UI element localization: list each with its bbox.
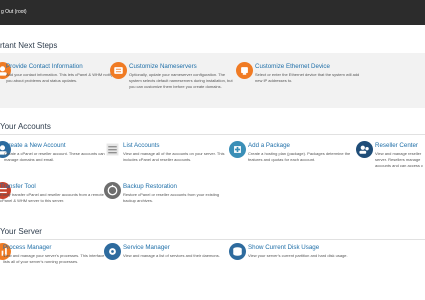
top-bar: g Out (root) [0, 0, 425, 25]
process-manager-desc: View and manage your server's processes.… [3, 253, 105, 264]
disk-usage-link[interactable]: Show Current Disk Usage [248, 244, 319, 251]
transfer-tool-link[interactable]: Transfer Tool [0, 183, 36, 190]
list-accounts-link[interactable]: List Accounts [123, 142, 159, 149]
service-manager-desc: View and manage a list of services and t… [123, 253, 220, 258]
disk-usage-item[interactable]: Show Current Disk Usage View your server… [229, 243, 359, 288]
create-account-link[interactable]: Create a New Account [4, 142, 66, 149]
add-package-item[interactable]: Add a Package Create a hosting plan (pac… [229, 141, 354, 181]
provide-contact-info-link[interactable]: Provide Contact Information [6, 63, 83, 70]
transfer-tool-item[interactable]: Transfer Tool Easily transfer cPanel and… [0, 182, 109, 222]
disk-usage-icon [229, 243, 246, 260]
accounts-divider [0, 134, 425, 135]
reseller-center-link[interactable]: Reseller Center [375, 142, 418, 149]
process-manager-item[interactable]: Process Manager View and manage your ser… [0, 243, 109, 288]
list-accounts-item[interactable]: List Accounts View and manage all of the… [104, 141, 229, 181]
logout-link[interactable]: g Out (root) [1, 9, 27, 15]
add-package-icon [229, 141, 246, 158]
customize-ethernet-desc: Select or enter the Ethernet device that… [255, 72, 360, 83]
add-package-link[interactable]: Add a Package [248, 142, 290, 149]
add-package-desc: Create a hosting plan (package). Package… [248, 151, 351, 162]
customize-nameservers-desc: Optionally, update your nameserver confi… [129, 72, 233, 89]
list-accounts-icon [104, 141, 121, 158]
provide-contact-info-desc: Add your contact information. This lets … [6, 72, 113, 83]
list-accounts-desc: View and manage all of the accounts on y… [123, 151, 225, 162]
backup-restoration-desc: Restore cPanel or reseller accounts from… [123, 192, 220, 203]
customize-ethernet-item[interactable]: Customize Ethernet Device Select or ente… [236, 62, 366, 107]
service-manager-item[interactable]: Service Manager View and manage a list o… [104, 243, 229, 288]
service-manager-link[interactable]: Service Manager [123, 244, 170, 251]
disk-usage-desc: View your server's current partition and… [248, 253, 348, 258]
create-account-item[interactable]: Create a New Account Create a cPanel or … [0, 141, 109, 181]
server-divider [0, 239, 425, 240]
process-manager-link[interactable]: Process Manager [3, 244, 52, 251]
important-next-steps-heading: rtant Next Steps [0, 41, 58, 50]
backup-restoration-link[interactable]: Backup Restoration [123, 183, 177, 190]
customize-nameservers-link[interactable]: Customize Nameservers [129, 63, 197, 70]
backup-restoration-item[interactable]: Backup Restoration Restore cPanel or res… [104, 182, 229, 222]
ethernet-icon [236, 62, 253, 79]
create-account-desc: Create a cPanel or reseller account. The… [4, 151, 105, 162]
reseller-center-desc: View and manage reseller server. Reselle… [375, 151, 424, 168]
transfer-tool-desc: Easily transfer cPanel and reseller acco… [0, 192, 104, 203]
provide-contact-info-item[interactable]: Provide Contact Information Add your con… [0, 62, 113, 107]
your-accounts-heading: Your Accounts [0, 122, 51, 131]
backup-restoration-icon [104, 182, 121, 199]
your-server-heading: Your Server [0, 227, 42, 236]
reseller-center-icon [356, 141, 373, 158]
customize-ethernet-link[interactable]: Customize Ethernet Device [255, 63, 330, 70]
reseller-center-item[interactable]: Reseller Center View and manage reseller… [356, 141, 425, 181]
service-manager-icon [104, 243, 121, 260]
customize-nameservers-item[interactable]: Customize Nameservers Optionally, update… [110, 62, 240, 107]
nameservers-icon [110, 62, 127, 79]
